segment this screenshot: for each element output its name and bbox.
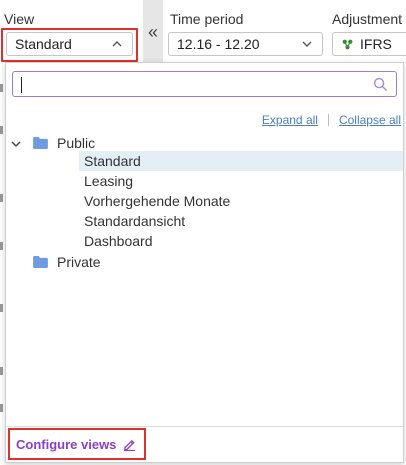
view-item-vorhergehende-monate[interactable]: Vorhergehende Monate <box>79 191 403 211</box>
view-item-label: Standard <box>84 153 141 169</box>
search-icon[interactable] <box>373 77 388 92</box>
view-item-label: Standardansicht <box>84 213 186 229</box>
background-mark <box>0 194 3 202</box>
view-search-box[interactable] <box>12 71 397 97</box>
time-period-label: Time period <box>170 11 244 27</box>
view-item-standard[interactable]: Standard <box>79 151 403 171</box>
view-dropdown-panel: Expand all Collapse all Public Standard … <box>5 62 404 463</box>
background-mark <box>0 304 3 312</box>
pencil-icon <box>124 440 136 451</box>
tree-folder-public[interactable]: Public <box>33 133 95 153</box>
chevron-up-icon <box>112 41 122 47</box>
background-mark <box>0 242 3 250</box>
folder-icon <box>33 256 48 268</box>
tree-folder-private[interactable]: Private <box>33 252 101 272</box>
background-mark <box>0 367 3 375</box>
view-search-input[interactable] <box>19 74 359 94</box>
expand-all-link[interactable]: Expand all <box>262 113 318 127</box>
adjustment-label: Adjustment <box>332 11 403 27</box>
link-separator <box>327 114 329 126</box>
adjustment-select[interactable]: IFRS <box>332 32 406 56</box>
double-chevron-left-icon: « <box>147 22 158 42</box>
view-item-label: Leasing <box>84 173 134 189</box>
view-select[interactable]: Standard <box>6 32 133 56</box>
configure-views-link[interactable]: Configure views <box>16 437 136 452</box>
adjustment-value: IFRS <box>360 36 392 52</box>
chevron-down-icon <box>302 41 312 47</box>
view-item-dashboard[interactable]: Dashboard <box>79 231 403 251</box>
collapse-panel-button[interactable]: « <box>143 0 163 64</box>
folder-label: Private <box>57 254 101 270</box>
configure-views-label: Configure views <box>16 437 117 452</box>
expand-collapse-links: Expand all Collapse all <box>262 113 401 127</box>
view-item-label: Dashboard <box>84 233 153 249</box>
background-mark <box>0 126 3 134</box>
time-period-value: 12.16 - 12.20 <box>177 36 260 52</box>
view-item-label: Vorhergehende Monate <box>84 193 231 209</box>
collapse-all-link[interactable]: Collapse all <box>339 113 401 127</box>
background-mark <box>0 404 3 412</box>
adjustment-tree-icon <box>342 39 353 49</box>
time-period-select[interactable]: 12.16 - 12.20 <box>168 32 323 56</box>
folder-label: Public <box>57 135 96 151</box>
dropdown-footer: Configure views <box>6 426 403 462</box>
chevron-down-icon[interactable] <box>10 138 22 150</box>
folder-icon <box>33 137 48 149</box>
text-caret <box>21 77 22 93</box>
toolbar: View Standard « Time period 12.16 - 12.2… <box>0 0 406 64</box>
view-item-standardansicht[interactable]: Standardansicht <box>79 211 403 231</box>
view-label: View <box>4 11 35 27</box>
view-item-leasing[interactable]: Leasing <box>79 171 403 191</box>
view-select-value: Standard <box>15 36 72 52</box>
background-mark <box>0 84 3 92</box>
